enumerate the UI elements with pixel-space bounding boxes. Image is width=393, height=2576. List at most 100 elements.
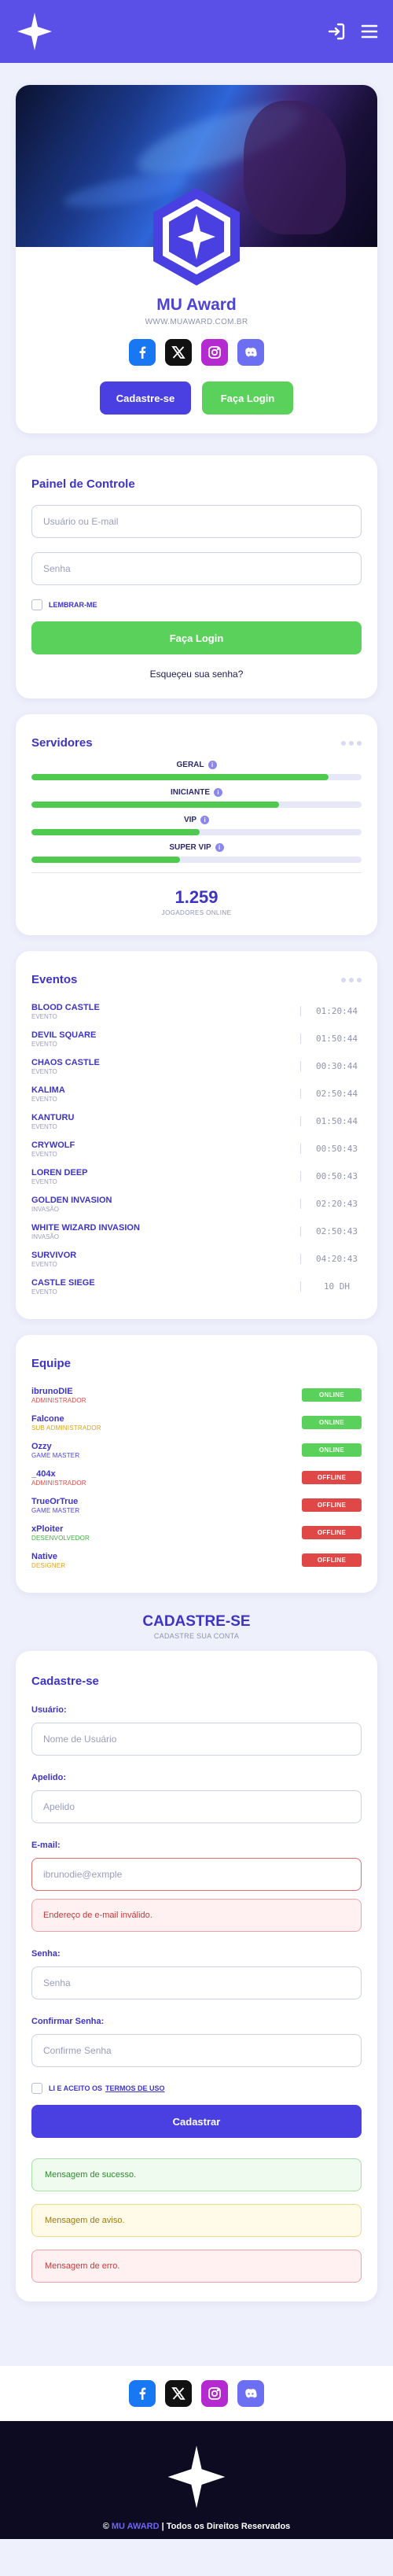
event-type: EVENTO (31, 1177, 57, 1185)
terms-link[interactable]: TERMOS DE USO (105, 2084, 165, 2092)
discord-icon[interactable] (237, 2380, 264, 2407)
server-item: INICIANTE i (31, 788, 362, 808)
status-badge: OFFLINE (302, 1553, 362, 1567)
register-submit-button[interactable]: Cadastrar (31, 2105, 362, 2138)
server-item: GERAL i (31, 761, 362, 780)
team-member-role: DESIGNER (31, 1561, 66, 1569)
team-member-name: Native (31, 1551, 58, 1561)
hamburger-menu-icon[interactable] (360, 22, 379, 41)
terms-prefix: LI E ACEITO OS (49, 2084, 103, 2092)
event-row: BLOOD CASTLE EVENTO 01:20:44 (31, 997, 362, 1025)
more-dots-icon[interactable] (341, 977, 362, 982)
register-confirm-password-input[interactable]: Confirme Senha (31, 2034, 362, 2067)
email-label: E-mail: (31, 1841, 61, 1850)
server-load-bar (31, 829, 362, 835)
event-row: CHAOS CASTLE EVENTO 00:30:44 (31, 1052, 362, 1080)
control-panel-title: Painel de Controle (31, 477, 135, 491)
server-load-fill (31, 802, 279, 808)
team-member-name: Falcone (31, 1413, 64, 1424)
team-member-role: SUB ADMINISTRADOR (31, 1424, 101, 1432)
status-badge: OFFLINE (302, 1471, 362, 1484)
discord-icon[interactable] (237, 339, 264, 366)
info-icon[interactable]: i (208, 761, 217, 769)
event-row: SURVIVOR EVENTO 04:20:43 (31, 1245, 362, 1273)
status-badge: OFFLINE (302, 1526, 362, 1539)
warning-message: Mensagem de aviso. (31, 2204, 362, 2237)
event-timer: 00:50:43 (300, 1144, 362, 1154)
team-title: Equipe (31, 1357, 72, 1370)
status-badge: OFFLINE (302, 1498, 362, 1512)
confirm-password-label: Confirmar Senha: (31, 2017, 105, 2026)
copyright-text: | Todos os Direitos Reservados (161, 2522, 291, 2531)
server-load-fill (31, 774, 329, 780)
hero-card: MU Award WWW.MUAWARD.COM.BR Cadastre-se … (16, 85, 377, 433)
team-member-role: ADMINISTRADOR (31, 1479, 86, 1487)
event-name: KALIMA (31, 1085, 65, 1095)
team-member-row: ibrunoDIE ADMINISTRADOR ONLINE (31, 1381, 362, 1409)
facebook-icon[interactable] (129, 339, 156, 366)
server-item: VIP i (31, 816, 362, 835)
brand-url: WWW.MUAWARD.COM.BR (145, 318, 248, 326)
instagram-icon[interactable] (201, 339, 228, 366)
info-icon[interactable]: i (215, 843, 224, 852)
username-email-input[interactable]: Usuário ou E-mail (31, 505, 362, 538)
team-member-name: _404x (31, 1469, 56, 1479)
login-icon[interactable] (327, 22, 346, 41)
register-section-header: CADASTRE-SE CADASTRE SUA CONTA (16, 1613, 377, 1640)
status-badge: ONLINE (302, 1388, 362, 1402)
register-nickname-input[interactable]: Apelido (31, 1790, 362, 1823)
event-type: EVENTO (31, 1122, 57, 1130)
login-button[interactable]: Faça Login (202, 381, 293, 415)
register-button[interactable]: Cadastre-se (100, 381, 191, 415)
star-logo-icon (167, 2445, 226, 2508)
servers-card: Servidores GERAL i INICIANTE i VIP i SUPER VIP… (16, 714, 377, 935)
footer-brand: MU AWARD (111, 2522, 160, 2531)
more-dots-icon[interactable] (341, 740, 362, 746)
team-member-name: Ozzy (31, 1441, 52, 1451)
terms-checkbox[interactable] (31, 2083, 42, 2094)
events-title: Eventos (31, 973, 78, 986)
register-password-input[interactable]: Senha (31, 1966, 362, 1999)
event-row: LOREN DEEP EVENTO 00:50:43 (31, 1163, 362, 1190)
event-timer: 01:50:44 (300, 1034, 362, 1044)
instagram-icon[interactable] (201, 2380, 228, 2407)
success-message: Mensagem de sucesso. (31, 2158, 362, 2191)
team-member-row: xPloiter DESENVOLVEDOR OFFLINE (31, 1519, 362, 1546)
event-timer: 00:50:43 (300, 1171, 362, 1181)
server-name: VIP (183, 816, 197, 824)
star-logo-icon[interactable] (14, 11, 55, 52)
event-name: CRYWOLF (31, 1140, 75, 1150)
event-timer: 01:50:44 (300, 1116, 362, 1126)
email-error-message: Endereço de e-mail inválido. (31, 1899, 362, 1932)
team-member-name: TrueOrTrue (31, 1496, 79, 1506)
x-icon[interactable] (165, 2380, 192, 2407)
info-icon[interactable]: i (214, 788, 222, 797)
info-icon[interactable]: i (200, 816, 210, 824)
password-input[interactable]: Senha (31, 552, 362, 585)
event-name: GOLDEN INVASION (31, 1195, 112, 1205)
event-name: SURVIVOR (31, 1250, 77, 1260)
remember-me-checkbox[interactable] (31, 599, 42, 610)
team-member-name: ibrunoDIE (31, 1386, 73, 1396)
x-icon[interactable] (165, 339, 192, 366)
server-item: SUPER VIP i (31, 843, 362, 863)
status-badge: ONLINE (302, 1416, 362, 1429)
event-timer: 02:50:44 (300, 1089, 362, 1099)
server-load-bar (31, 802, 362, 808)
event-name: CASTLE SIEGE (31, 1277, 95, 1288)
forgot-password-link[interactable]: Esqueçeu sua senha? (31, 669, 362, 680)
footer-copyright: © MU AWARD | Todos os Direitos Reservado… (103, 2522, 291, 2531)
register-email-input[interactable]: ibrunodie@exmple (31, 1858, 362, 1891)
event-row: WHITE WIZARD INVASION INVASÃO 02:50:43 (31, 1218, 362, 1245)
team-member-row: Ozzy GAME MASTER ONLINE (31, 1436, 362, 1464)
register-username-input[interactable]: Nome de Usuário (31, 1723, 362, 1756)
events-card: Eventos BLOOD CASTLE EVENTO 01:20:44 DEVIL … (16, 951, 377, 1319)
server-name: INICIANTE (171, 788, 210, 797)
event-timer: 10 DH (300, 1281, 362, 1292)
event-type: EVENTO (31, 1040, 57, 1048)
event-name: BLOOD CASTLE (31, 1002, 100, 1012)
social-links (16, 339, 377, 366)
server-load-bar (31, 774, 362, 780)
panel-login-button[interactable]: Faça Login (31, 621, 362, 654)
facebook-icon[interactable] (129, 2380, 156, 2407)
